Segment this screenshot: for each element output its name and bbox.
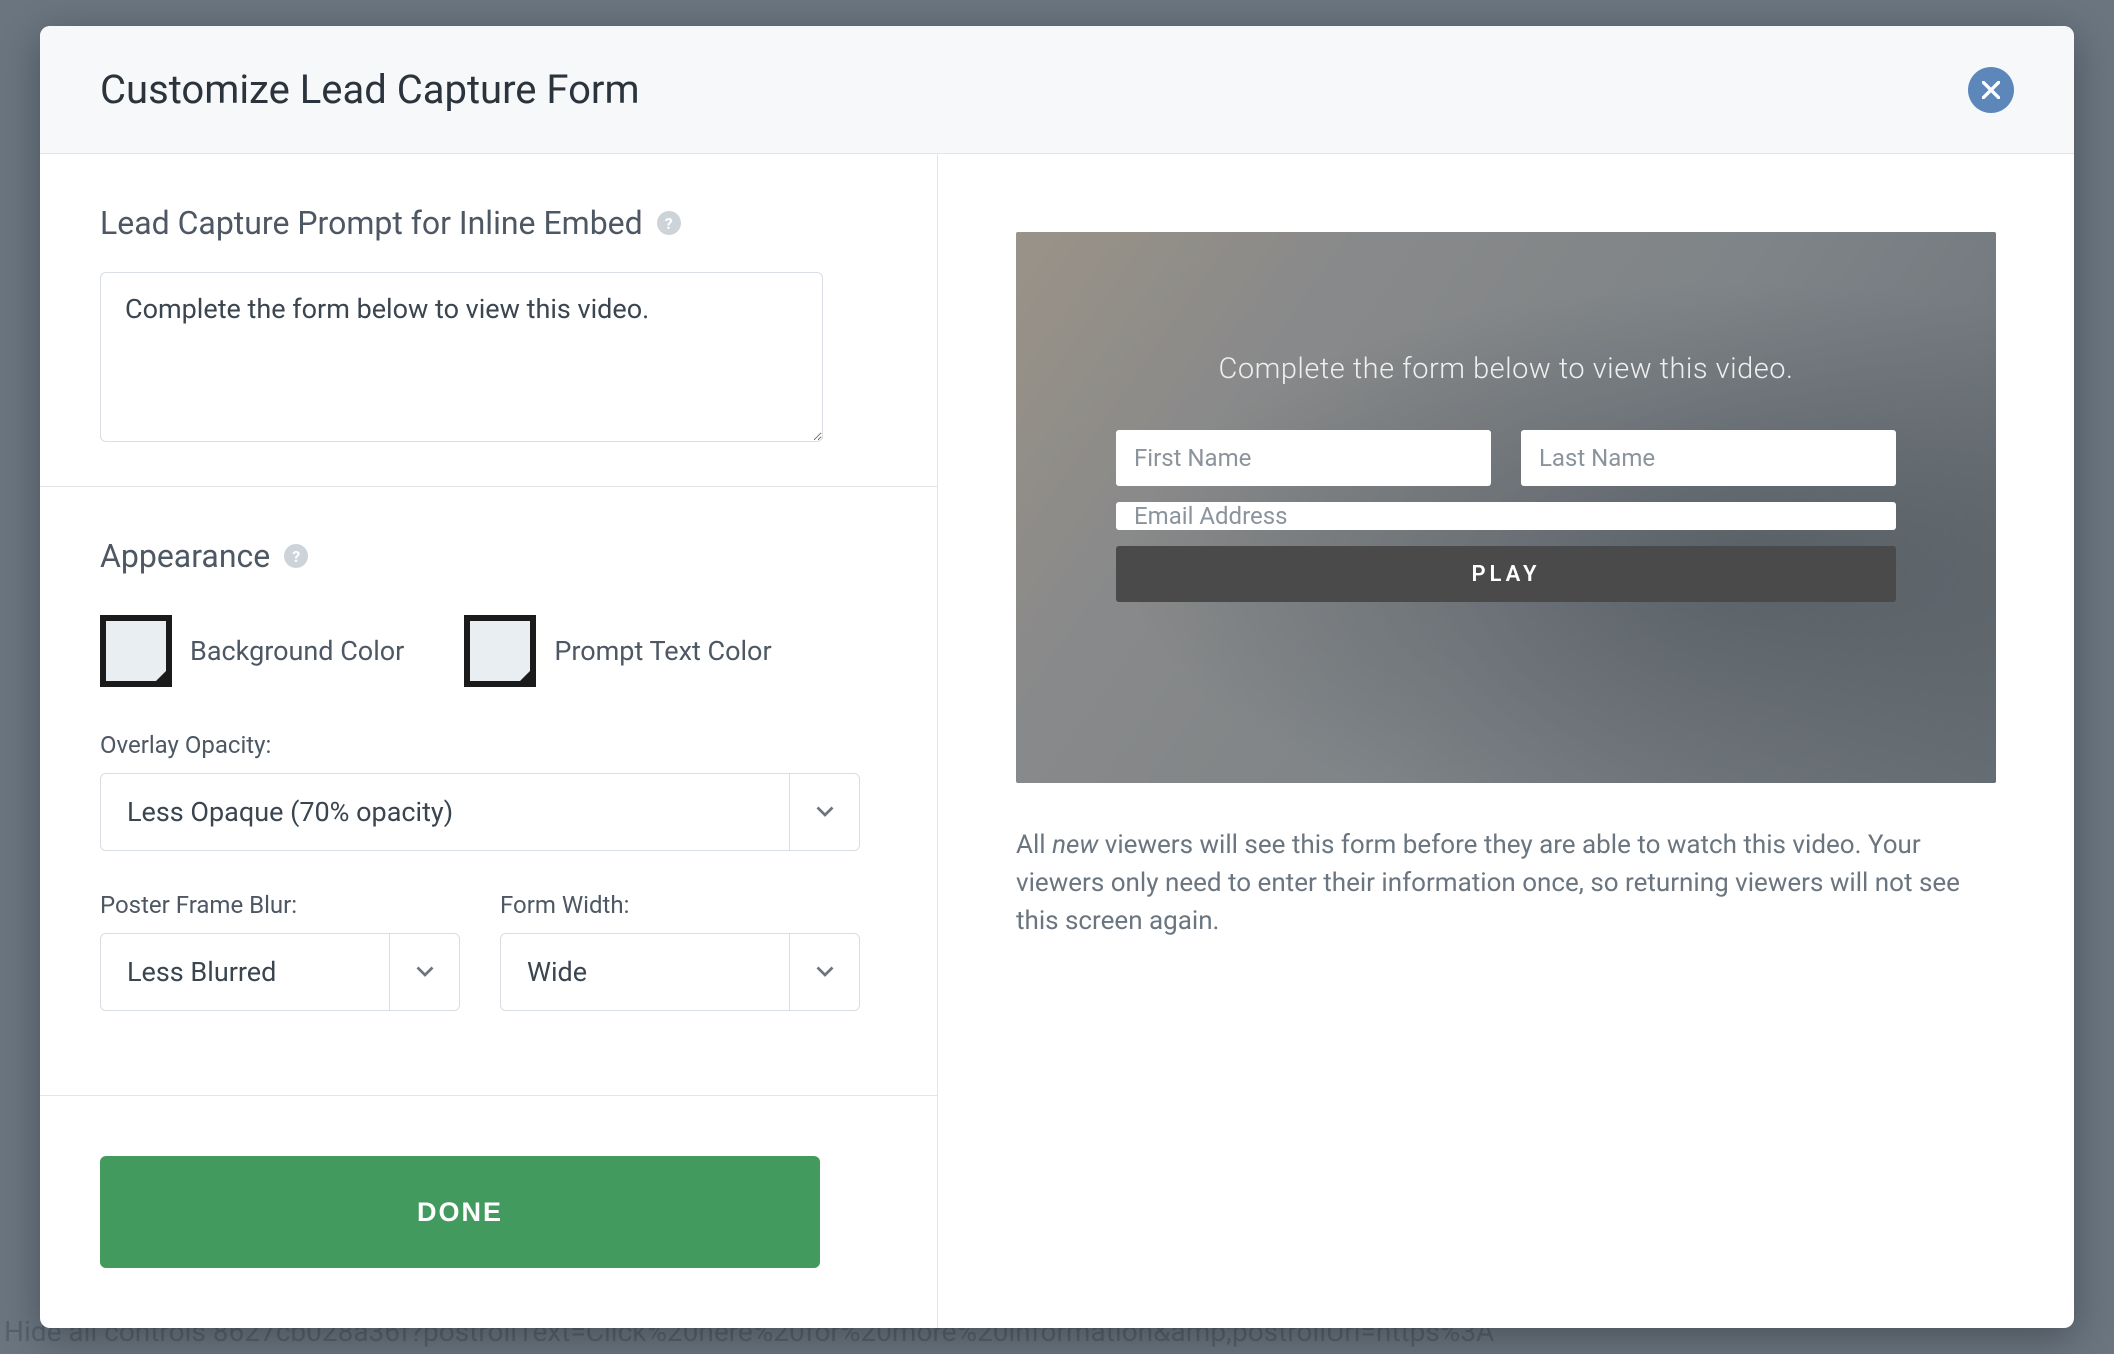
help-em: new — [1052, 830, 1098, 860]
appearance-section: Appearance ? Background Color Prompt Tex… — [40, 487, 937, 1051]
form-width-field: Form Width: Wide — [500, 891, 860, 1011]
modal-footer: DONE — [40, 1095, 937, 1328]
chevron-down-icon — [389, 934, 459, 1010]
preview-last-name-input[interactable]: Last Name — [1521, 430, 1896, 486]
prompt-textarea[interactable] — [100, 272, 823, 442]
help-icon[interactable]: ? — [284, 544, 308, 568]
modal-title: Customize Lead Capture Form — [100, 66, 640, 113]
help-post: viewers will see this form before they a… — [1016, 830, 1960, 935]
form-width-label: Form Width: — [500, 891, 860, 919]
prompt-section: Lead Capture Prompt for Inline Embed ? — [40, 154, 937, 487]
close-icon — [1982, 81, 2000, 99]
two-selects-row: Poster Frame Blur: Less Blurred Form Wid… — [100, 891, 877, 1011]
modal-header: Customize Lead Capture Form — [40, 26, 2074, 154]
done-button[interactable]: DONE — [100, 1156, 820, 1268]
overlay-opacity-field: Overlay Opacity: Less Opaque (70% opacit… — [100, 731, 860, 851]
preview-email-input[interactable]: Email Address — [1116, 502, 1896, 530]
preview-column: Complete the form below to view this vid… — [938, 154, 2074, 1328]
poster-frame-blur-field: Poster Frame Blur: Less Blurred — [100, 891, 460, 1011]
poster-frame-blur-label: Poster Frame Blur: — [100, 891, 460, 919]
form-width-value: Wide — [501, 956, 789, 988]
prompt-title-text: Lead Capture Prompt for Inline Embed — [100, 204, 643, 242]
background-color-label: Background Color — [190, 635, 404, 667]
chevron-down-icon — [789, 934, 859, 1010]
form-preview: Complete the form below to view this vid… — [1016, 232, 1996, 783]
preview-overlay: Complete the form below to view this vid… — [1016, 232, 1996, 783]
appearance-title: Appearance ? — [100, 537, 877, 575]
lead-capture-modal: Customize Lead Capture Form Lead Capture… — [40, 26, 2074, 1328]
preview-name-row: First Name Last Name — [1116, 430, 1896, 486]
prompt-section-title: Lead Capture Prompt for Inline Embed ? — [100, 204, 877, 242]
appearance-title-text: Appearance — [100, 537, 270, 575]
help-icon[interactable]: ? — [657, 211, 681, 235]
prompt-text-color-picker[interactable]: Prompt Text Color — [464, 615, 771, 687]
overlay-opacity-label: Overlay Opacity: — [100, 731, 860, 759]
preview-first-name-input[interactable]: First Name — [1116, 430, 1491, 486]
preview-help-text: All new viewers will see this form befor… — [1016, 827, 1996, 940]
color-row: Background Color Prompt Text Color — [100, 615, 877, 687]
preview-play-button[interactable]: PLAY — [1116, 546, 1896, 602]
background-color-swatch[interactable] — [100, 615, 172, 687]
overlay-opacity-select[interactable]: Less Opaque (70% opacity) — [100, 773, 860, 851]
close-button[interactable] — [1968, 67, 2014, 113]
background-color-picker[interactable]: Background Color — [100, 615, 404, 687]
overlay-opacity-value: Less Opaque (70% opacity) — [101, 796, 789, 828]
chevron-down-icon — [789, 774, 859, 850]
poster-frame-blur-value: Less Blurred — [101, 956, 389, 988]
poster-frame-blur-select[interactable]: Less Blurred — [100, 933, 460, 1011]
prompt-text-color-label: Prompt Text Color — [554, 635, 771, 667]
form-width-select[interactable]: Wide — [500, 933, 860, 1011]
help-pre: All — [1016, 830, 1052, 860]
modal-body: Lead Capture Prompt for Inline Embed ? A… — [40, 154, 2074, 1328]
settings-column: Lead Capture Prompt for Inline Embed ? A… — [40, 154, 938, 1328]
preview-prompt-text: Complete the form below to view this vid… — [1116, 352, 1896, 386]
prompt-text-color-swatch[interactable] — [464, 615, 536, 687]
preview-form: Complete the form below to view this vid… — [1116, 352, 1896, 602]
